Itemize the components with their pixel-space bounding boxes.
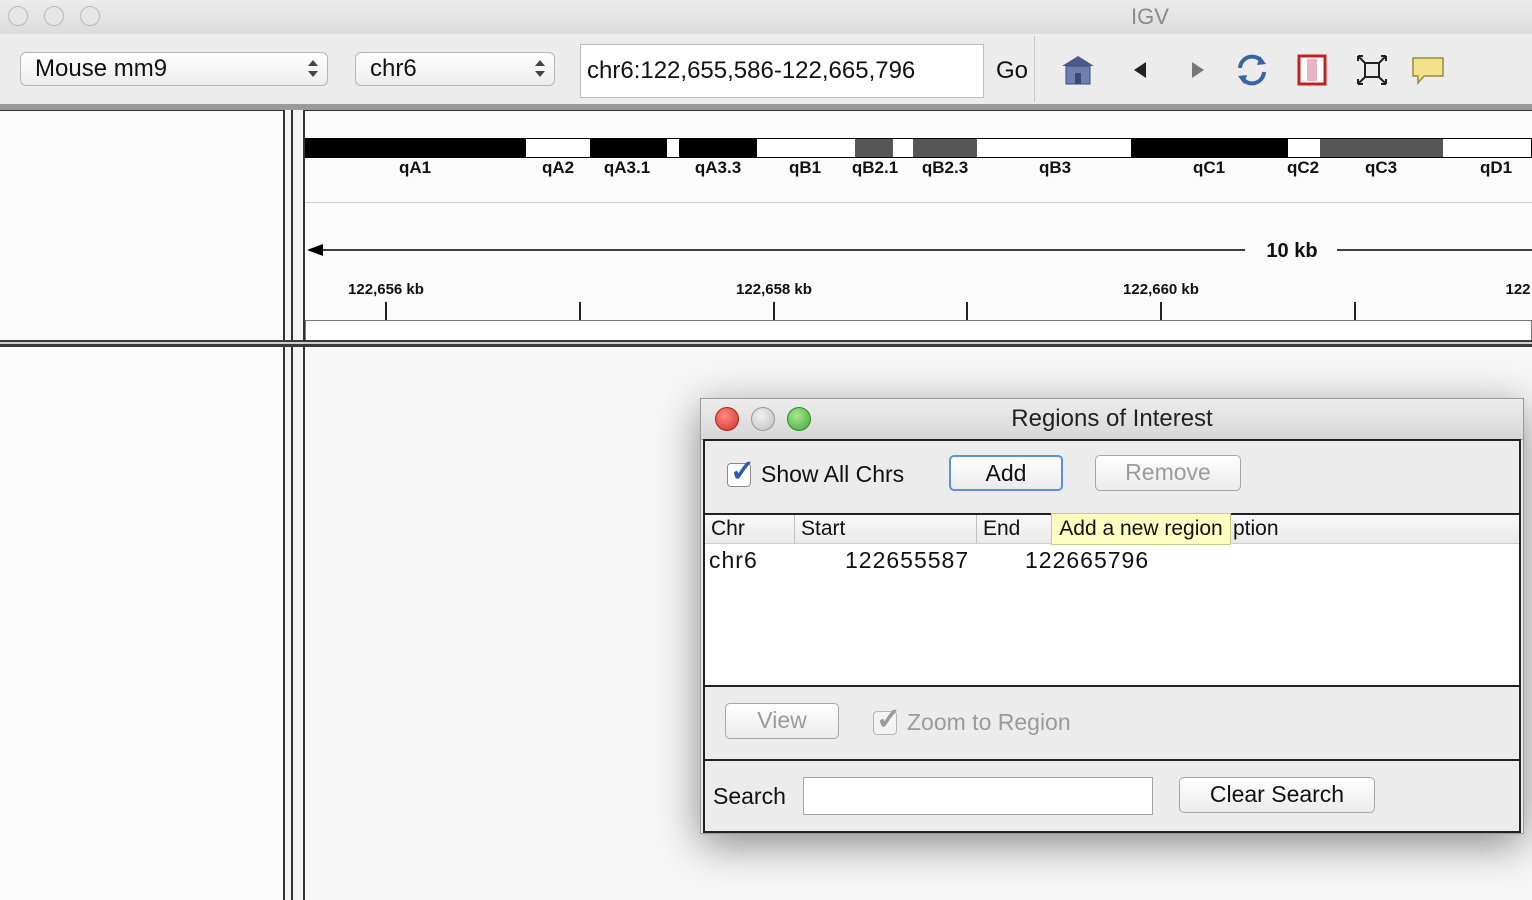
ruler-bar (305, 320, 1532, 340)
clear-search-button[interactable]: Clear Search (1179, 777, 1375, 813)
band-label: qA3.1 (603, 158, 651, 177)
toolbar-separator (1034, 36, 1035, 102)
ruler-tick-label: 122,660 kb (1123, 281, 1199, 298)
cell-start[interactable]: 122655587 (845, 547, 969, 574)
band-qC3 (1320, 139, 1443, 157)
chromosome-dropdown[interactable]: chr6 (355, 52, 555, 86)
ruler-tick (579, 302, 581, 320)
band-qA3.1 (590, 139, 667, 157)
close-window-button[interactable] (8, 6, 28, 26)
search-input[interactable] (803, 777, 1153, 815)
column-header-chr[interactable]: Chr (705, 515, 795, 543)
dropdown-arrows-icon (534, 57, 546, 81)
roi-controls: ✓ Show All Chrs Add Remove (703, 439, 1521, 515)
checkmark-icon: ✓ (730, 455, 756, 488)
show-all-chrs-checkbox[interactable]: ✓ (727, 455, 755, 488)
ruler-tick (385, 302, 387, 320)
zoom-to-region-checkbox[interactable]: ✓ (873, 703, 901, 736)
band-label: qD1 (1479, 158, 1513, 177)
band-label: qB2.3 (921, 158, 969, 177)
cell-end[interactable]: 122665796 (1025, 547, 1149, 574)
ruler-separator (305, 202, 1532, 203)
column-header-start[interactable]: Start (795, 515, 977, 543)
band-label: qA3.3 (694, 158, 742, 177)
attribute-panel (285, 110, 303, 900)
ruler-tick-label: 122 (1505, 281, 1531, 298)
checkmark-icon: ✓ (876, 703, 902, 736)
window-title: IGV (1131, 4, 1169, 29)
chromosome-dropdown-value: chr6 (370, 55, 417, 82)
back-icon[interactable] (1122, 52, 1158, 88)
band-label: qB2.1 (851, 158, 899, 177)
roi-icon[interactable] (1294, 52, 1330, 88)
ruler-tick (966, 302, 968, 320)
band-qB2.3 (913, 139, 977, 157)
band-label: qC1 (1192, 158, 1226, 177)
minimize-window-button[interactable] (44, 6, 64, 26)
track-name-panel (0, 347, 283, 900)
genome-dropdown-value: Mouse mm9 (35, 55, 168, 82)
band-label: qA1 (398, 158, 432, 177)
ruler-tick-label: 122,656 kb (348, 281, 424, 298)
cell-chr[interactable]: chr6 (709, 547, 758, 574)
header-divider-highlight (0, 342, 1532, 344)
ruler-span-label: 10 kb (1266, 240, 1318, 262)
refresh-icon[interactable] (1234, 52, 1270, 88)
remove-button[interactable]: Remove (1095, 455, 1241, 491)
regions-of-interest-dialog: Regions of Interest ✓ Show All Chrs Add … (700, 398, 1524, 834)
ruler-tick (1160, 302, 1162, 320)
band-label: qB3 (1038, 158, 1072, 177)
show-all-chrs-label: Show All Chrs (761, 461, 905, 487)
genome-dropdown[interactable]: Mouse mm9 (20, 52, 328, 86)
ruler-tick-label: 122,658 kb (736, 281, 812, 298)
table-row[interactable]: chr6 122655587 122665796 (705, 545, 1519, 575)
go-button[interactable]: Go (992, 44, 1032, 98)
column-header-description[interactable]: ption (1233, 515, 1279, 543)
add-button-tooltip: Add a new region (1051, 513, 1231, 545)
zoom-window-button[interactable] (80, 6, 100, 26)
main-toolbar: Mouse mm9 chr6 chr6:122,655,586-122,665,… (0, 34, 1532, 105)
search-controls: Search Clear Search (703, 759, 1521, 833)
band-label: qC2 (1286, 158, 1320, 177)
add-button[interactable]: Add (949, 455, 1063, 491)
search-label: Search (713, 783, 786, 809)
ruler-tick (773, 302, 775, 320)
home-icon[interactable] (1060, 52, 1096, 88)
ruler-span-arrow (307, 244, 1532, 256)
popup-text-icon[interactable] (1410, 52, 1446, 88)
band-qA1 (306, 139, 526, 157)
dialog-title: Regions of Interest (1011, 405, 1213, 432)
dropdown-arrows-icon (307, 57, 319, 81)
zoom-to-region-label: Zoom to Region (907, 709, 1071, 735)
view-button[interactable]: View (725, 703, 839, 739)
band-qC1 (1131, 139, 1288, 157)
band-label: qB1 (788, 158, 822, 177)
band-qA3.3 (679, 139, 757, 157)
dialog-titlebar: Regions of Interest (701, 399, 1523, 440)
ruler-tick (1354, 302, 1356, 320)
window-titlebar: IGV (0, 0, 1532, 34)
band-label: qA2 (541, 158, 575, 177)
band-qB2.1 (855, 139, 893, 157)
resize-icon[interactable] (1354, 52, 1390, 88)
forward-icon[interactable] (1180, 52, 1216, 88)
band-label: qC3 (1364, 158, 1398, 177)
header-name-panel (0, 110, 283, 342)
view-controls: View ✓ Zoom to Region (703, 685, 1521, 761)
panel-divider-mid[interactable] (291, 110, 293, 900)
locus-input[interactable]: chr6:122,655,586-122,665,796 (580, 44, 984, 98)
